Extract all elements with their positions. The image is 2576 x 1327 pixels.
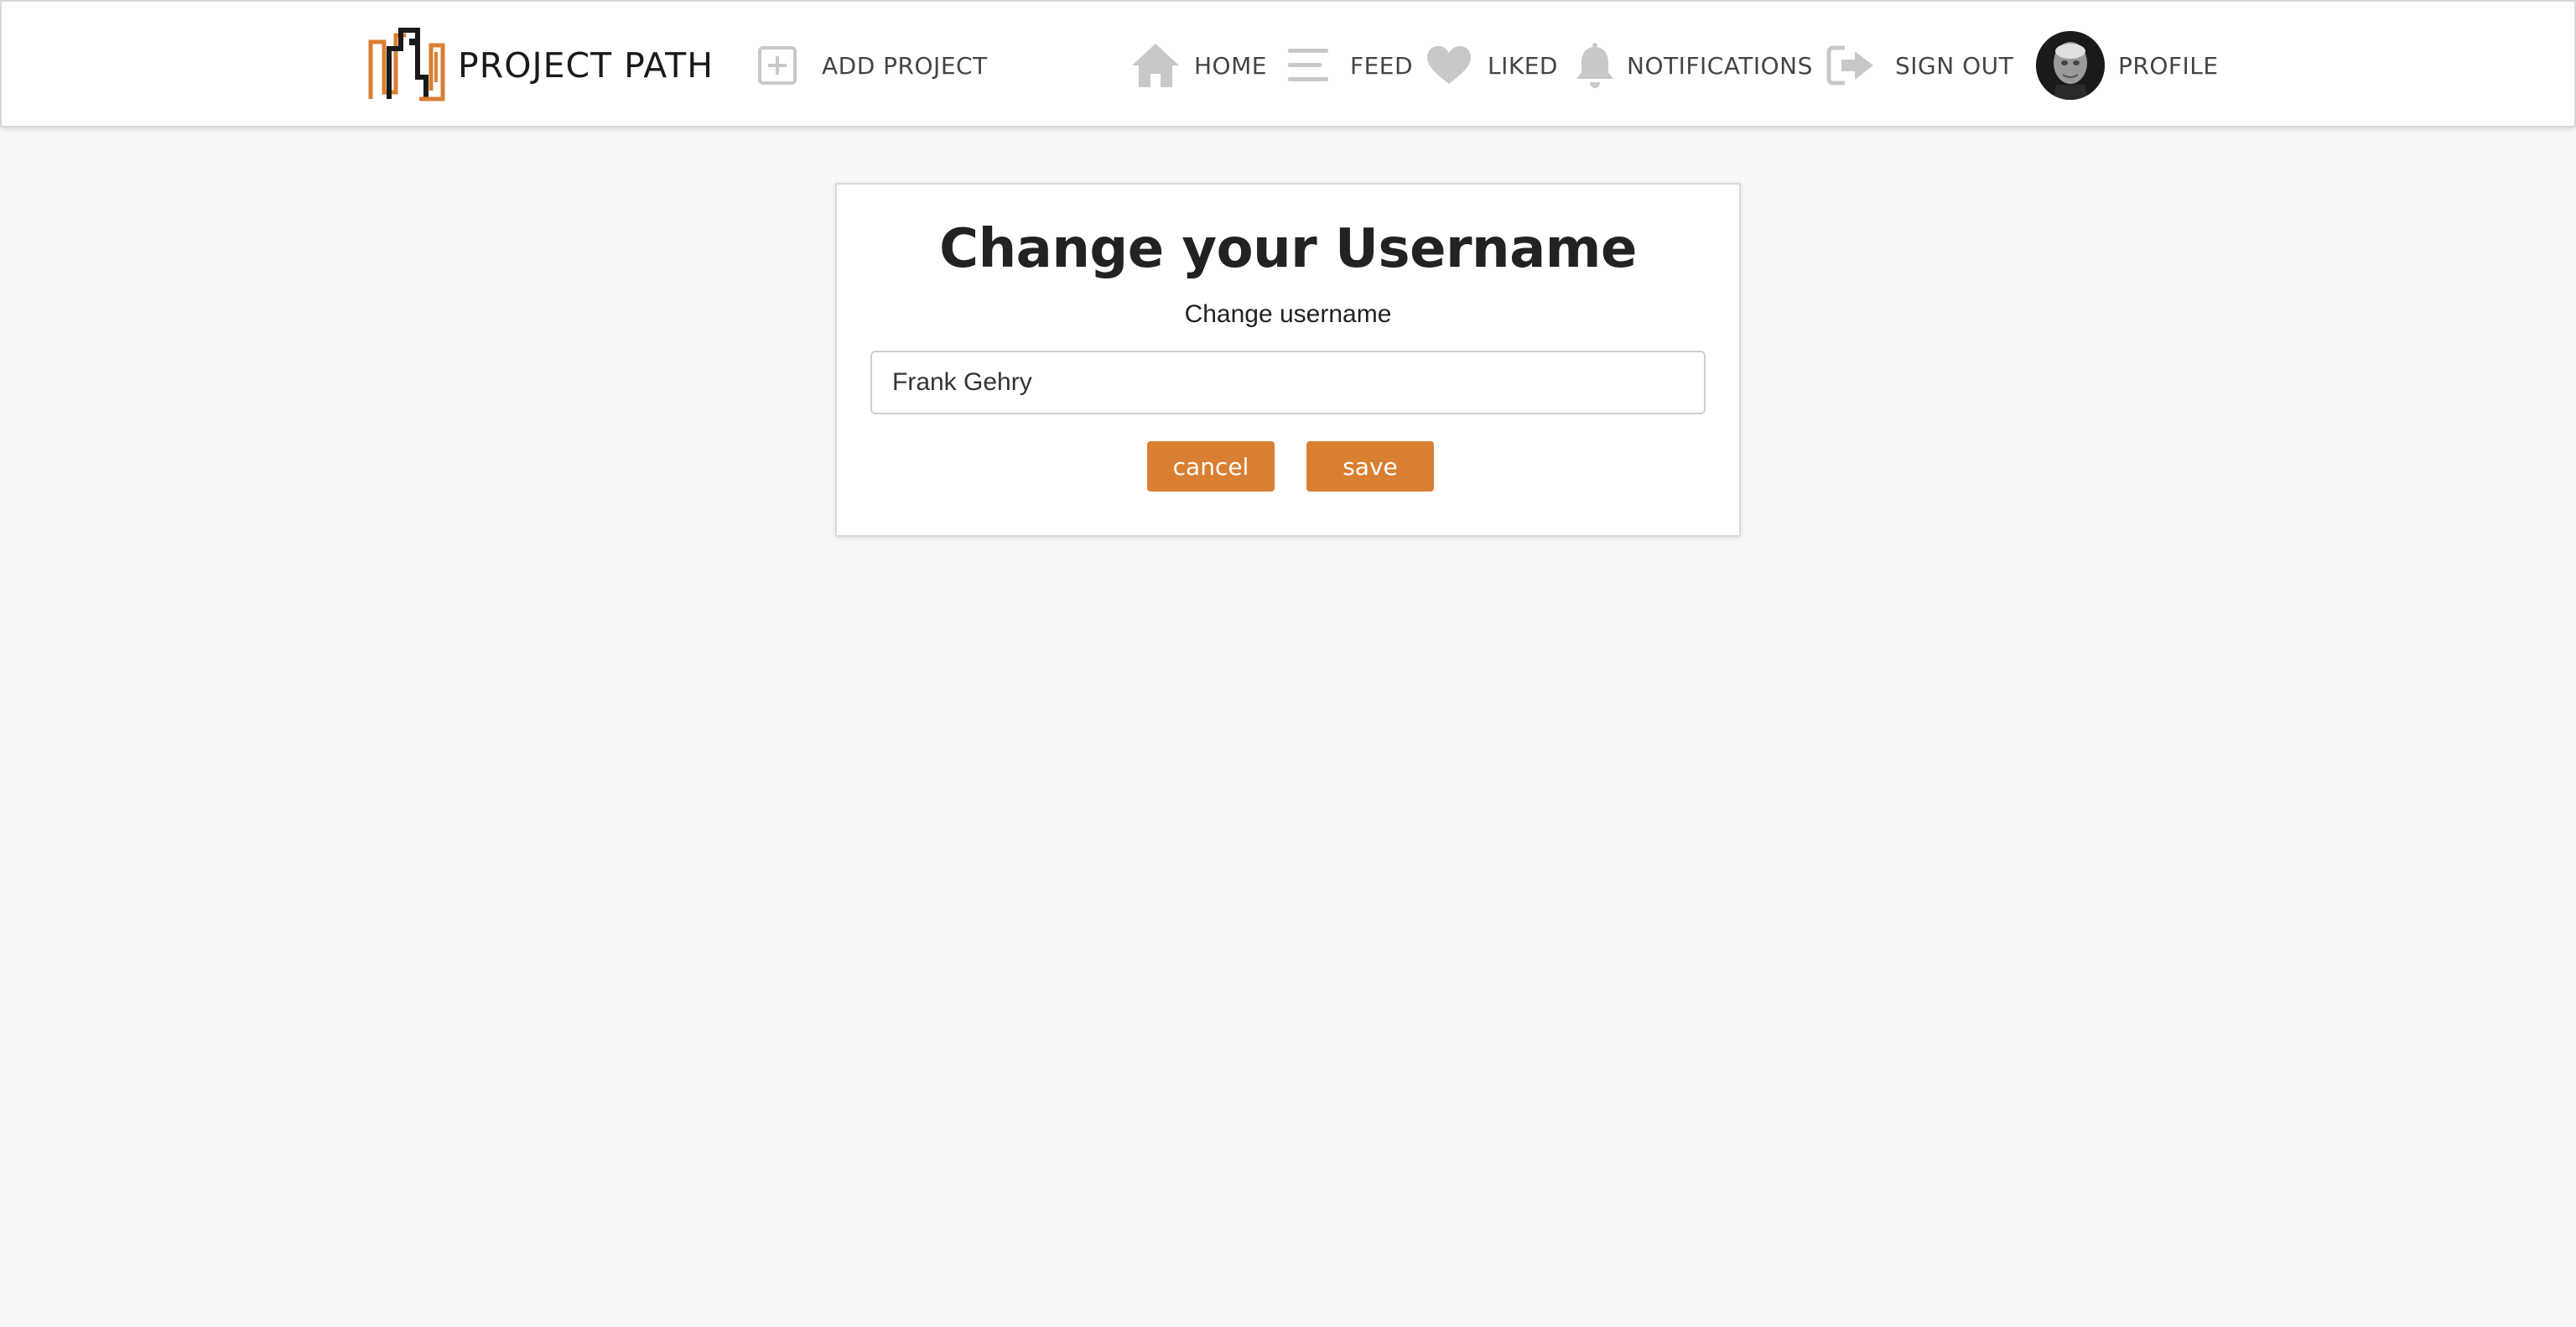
username-field-label: Change username <box>1184 300 1392 328</box>
nav-sign-out[interactable]: SIGN OUT <box>1826 35 2013 96</box>
user-avatar <box>2036 31 2105 100</box>
top-navbar: PROJECT PATH ADD PROJECT HOME FEED LIKED… <box>0 0 2576 127</box>
sign-out-icon <box>1826 44 1875 86</box>
heart-icon <box>1426 45 1472 86</box>
page-title: Change your Username <box>939 218 1637 280</box>
home-icon <box>1130 42 1181 89</box>
brand-link[interactable]: PROJECT PATH <box>367 27 714 104</box>
save-button[interactable]: save <box>1306 441 1434 492</box>
nav-home-label: HOME <box>1194 51 1267 80</box>
cancel-button[interactable]: cancel <box>1147 441 1275 492</box>
plus-square-icon <box>756 44 798 86</box>
nav-liked-label: LIKED <box>1488 51 1558 80</box>
nav-liked[interactable]: LIKED <box>1426 35 1558 96</box>
navbar-inner: PROJECT PATH ADD PROJECT HOME FEED LIKED… <box>2 2 2574 126</box>
menu-lines-icon <box>1286 47 1330 84</box>
nav-home[interactable]: HOME <box>1130 35 1267 96</box>
nav-add-project-label: ADD PROJECT <box>822 51 988 80</box>
nav-feed[interactable]: FEED <box>1286 35 1413 96</box>
nav-add-project[interactable]: ADD PROJECT <box>756 35 988 96</box>
nav-sign-out-label: SIGN OUT <box>1895 51 2014 80</box>
bell-icon <box>1575 42 1615 89</box>
nav-profile[interactable]: PROFILE <box>2036 31 2219 100</box>
brand-name: PROJECT PATH <box>458 45 714 86</box>
change-username-card: Change your Username Change username can… <box>835 183 1741 537</box>
username-input[interactable] <box>870 351 1706 414</box>
nav-feed-label: FEED <box>1350 51 1414 80</box>
nav-profile-label: PROFILE <box>2118 51 2219 80</box>
project-path-logo-icon <box>367 27 448 104</box>
nav-notifications[interactable]: NOTIFICATIONS <box>1575 35 1813 96</box>
nav-notifications-label: NOTIFICATIONS <box>1627 51 1813 80</box>
